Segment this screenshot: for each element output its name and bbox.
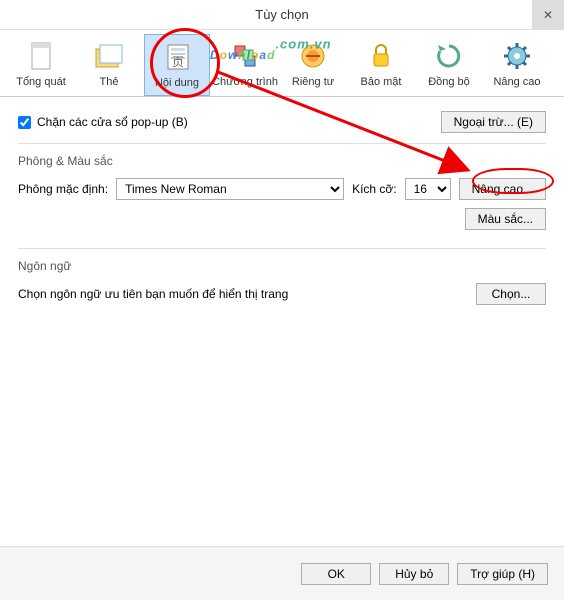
tab-content[interactable]: 页 Nội dung: [144, 34, 210, 96]
close-icon: ✕: [543, 8, 553, 22]
programs-icon: [227, 38, 263, 74]
tab-security[interactable]: Bảo mật: [348, 34, 414, 96]
content-panel: Chặn các cửa sổ pop-up (B) Ngoại trừ... …: [0, 97, 564, 325]
titlebar: Tùy chọn ✕: [0, 0, 564, 30]
category-toolbar: Tổng quát Thẻ 页 Nội dung Chương trình Ri…: [0, 30, 564, 97]
size-label: Kích cỡ:: [352, 182, 397, 196]
sync-icon: [431, 38, 467, 74]
divider: [18, 248, 546, 249]
content-icon: 页: [159, 39, 195, 75]
tab-programs[interactable]: Chương trình: [212, 34, 278, 96]
default-font-select[interactable]: Times New Roman: [116, 178, 344, 200]
tab-advanced[interactable]: Nâng cao: [484, 34, 550, 96]
dialog-footer: OK Hủy bỏ Trợ giúp (H): [0, 546, 564, 600]
tabs-icon: [91, 38, 127, 74]
font-size-select[interactable]: 16: [405, 178, 451, 200]
divider: [18, 143, 546, 144]
tab-sync[interactable]: Đồng bộ: [416, 34, 482, 96]
general-icon: [23, 38, 59, 74]
gear-icon: [499, 38, 535, 74]
choose-language-button[interactable]: Chọn...: [476, 283, 546, 305]
fonts-advanced-button[interactable]: Nâng cao...: [459, 178, 546, 200]
svg-text:页: 页: [172, 55, 184, 69]
privacy-icon: [295, 38, 331, 74]
tab-general[interactable]: Tổng quát: [8, 34, 74, 96]
window-title: Tùy chọn: [255, 7, 308, 22]
fonts-group-label: Phông & Màu sắc: [18, 154, 546, 168]
close-button[interactable]: ✕: [532, 0, 564, 30]
ok-button[interactable]: OK: [301, 563, 371, 585]
block-popups-checkbox[interactable]: Chặn các cửa sổ pop-up (B): [18, 115, 188, 129]
lock-icon: [363, 38, 399, 74]
languages-desc: Chọn ngôn ngữ ưu tiên bạn muốn để hiển t…: [18, 287, 288, 301]
languages-group-label: Ngôn ngữ: [18, 259, 546, 273]
cancel-button[interactable]: Hủy bỏ: [379, 563, 449, 585]
tab-tabs[interactable]: Thẻ: [76, 34, 142, 96]
tab-privacy[interactable]: Riêng tư: [280, 34, 346, 96]
exceptions-button[interactable]: Ngoại trừ... (E): [441, 111, 546, 133]
block-popups-label: Chặn các cửa sổ pop-up (B): [37, 115, 188, 129]
colors-button[interactable]: Màu sắc...: [465, 208, 546, 230]
help-button[interactable]: Trợ giúp (H): [457, 563, 548, 585]
block-popups-input[interactable]: [18, 116, 31, 129]
default-font-label: Phông mặc định:: [18, 182, 108, 196]
